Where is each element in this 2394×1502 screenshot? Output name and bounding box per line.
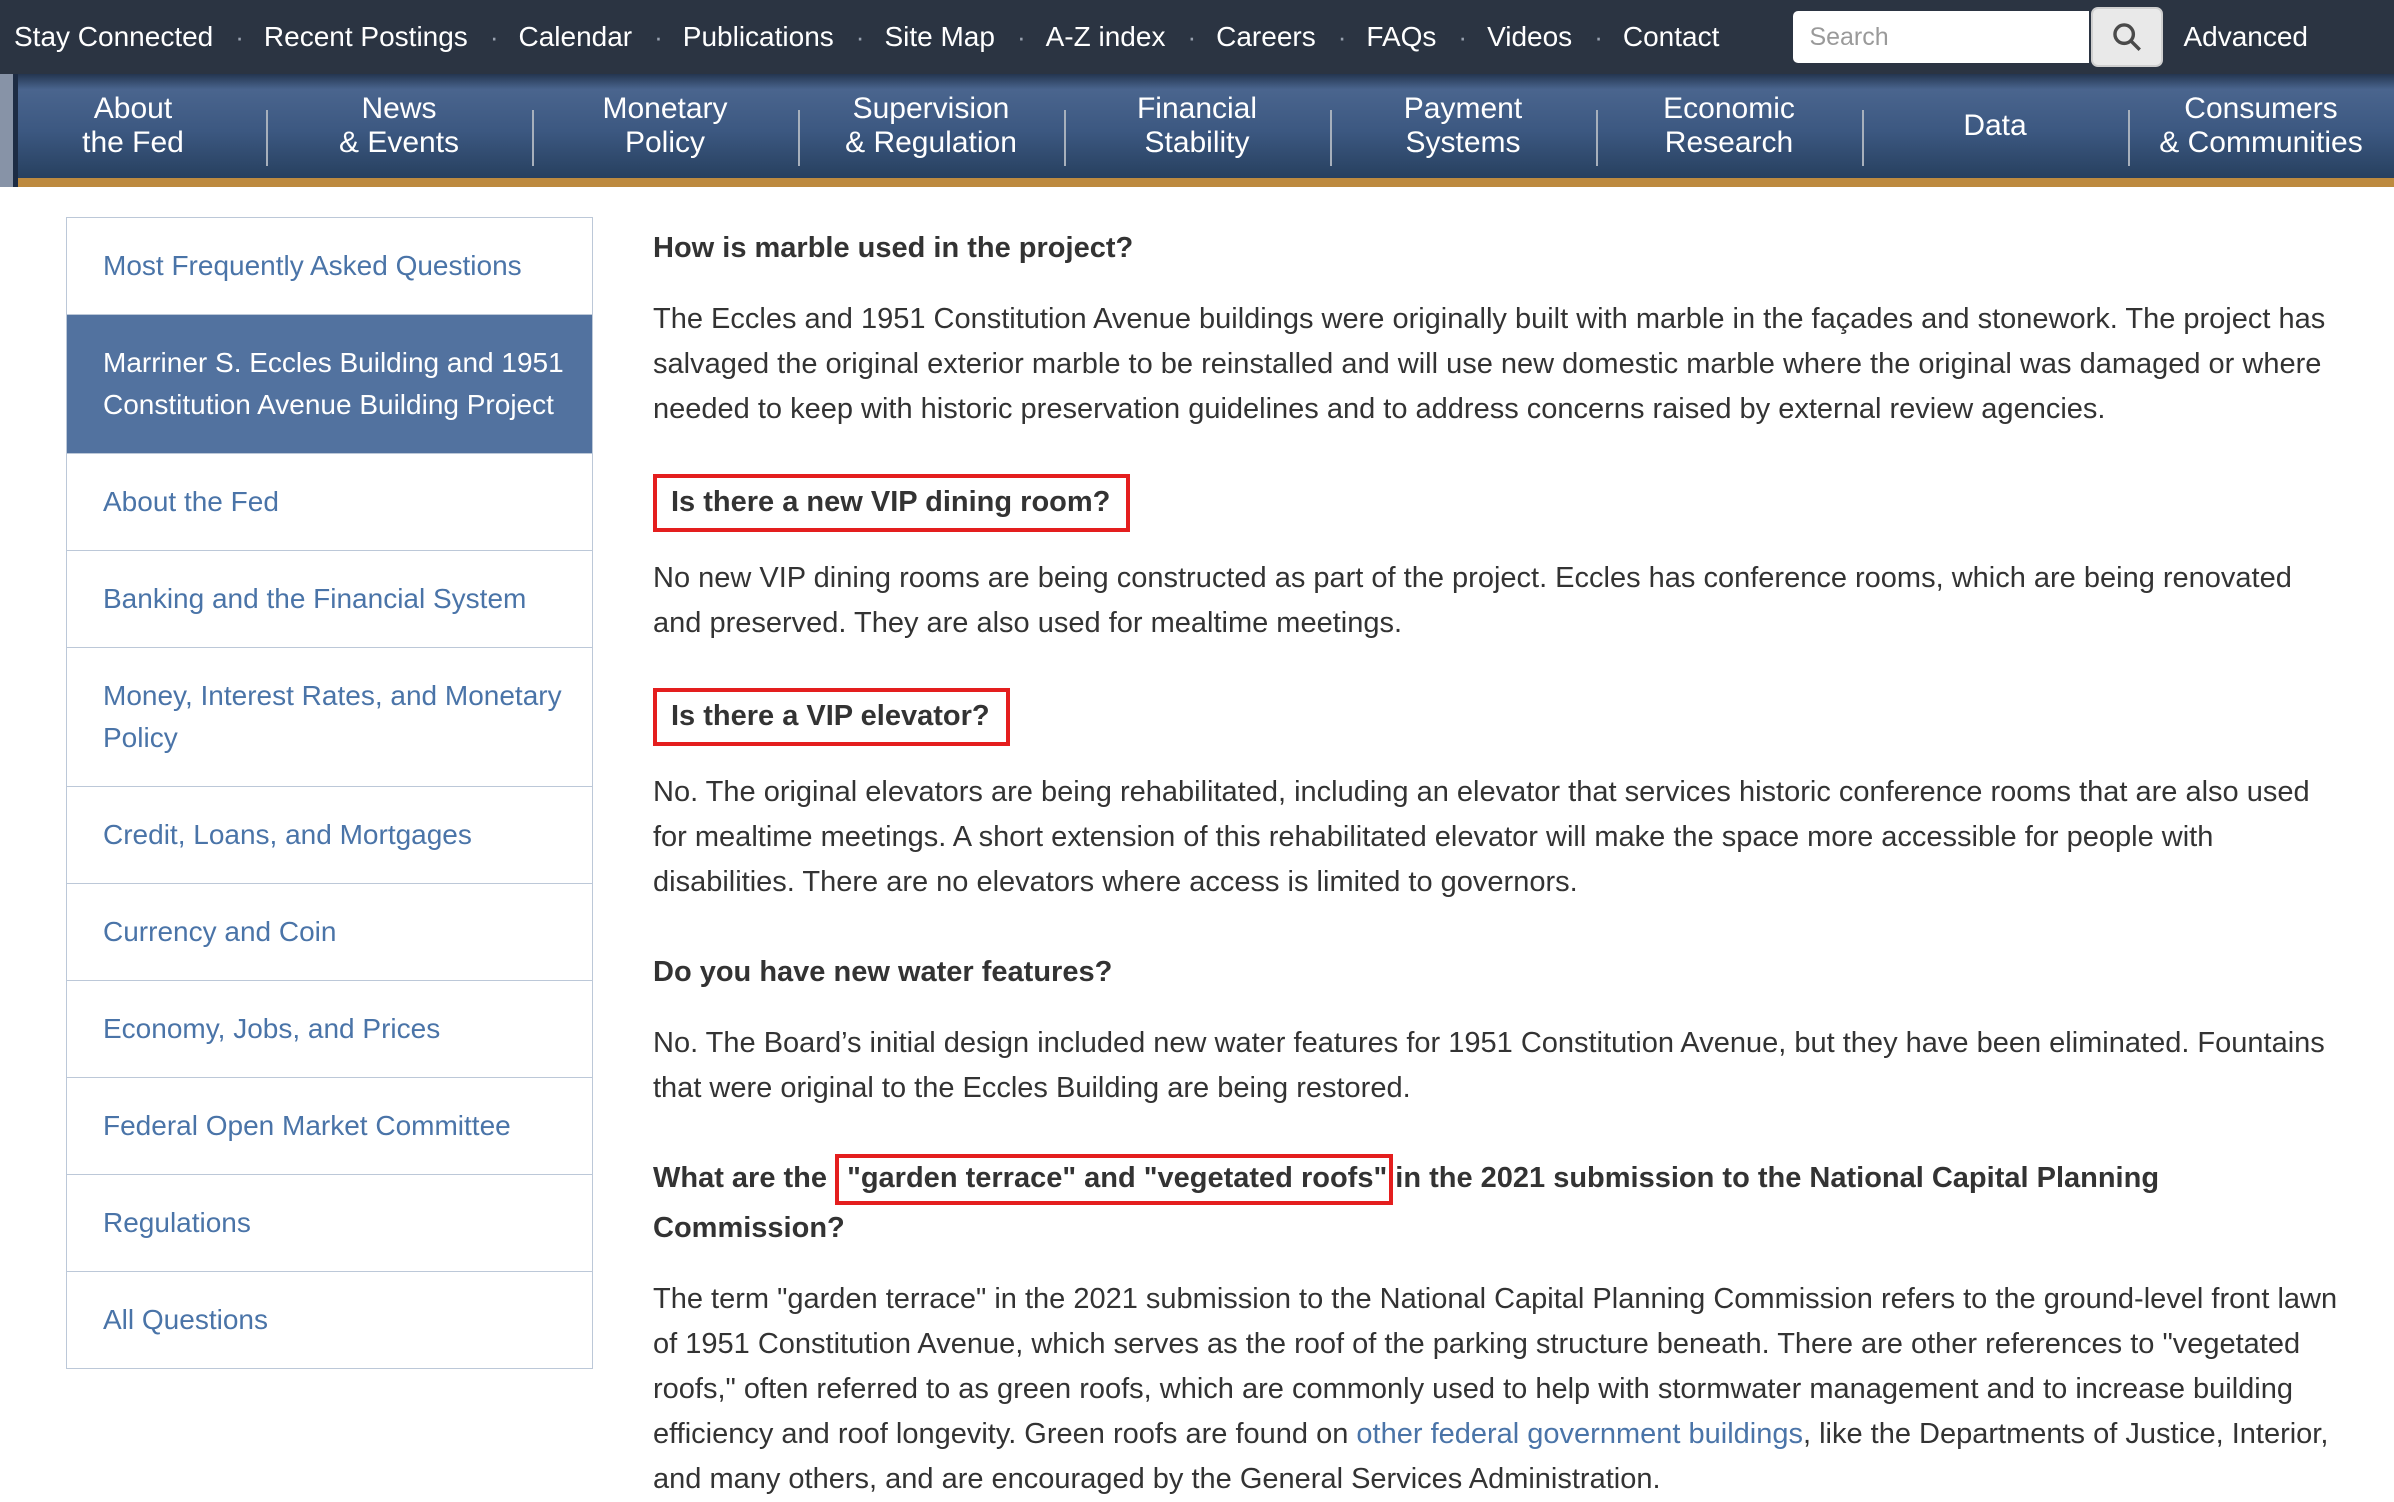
sidebar-item-fomc[interactable]: Federal Open Market Committee (67, 1078, 592, 1175)
faq-question-vip-elevator: Is there a VIP elevator? (653, 688, 2343, 746)
search-area: Advanced (1793, 7, 2308, 67)
faq-question-vip-dining: Is there a new VIP dining room? (653, 474, 2343, 532)
faq-answer-vip-dining: No new VIP dining rooms are being constr… (653, 556, 2343, 646)
utility-link-site-map[interactable]: Site Map (884, 21, 1045, 53)
faq-answer-garden-terrace: The term "garden terrace" in the 2021 su… (653, 1277, 2343, 1502)
search-button[interactable] (2091, 7, 2163, 67)
annotation-red-box-garden-terrace: "garden terrace" and "vegetated roofs" (835, 1154, 1393, 1205)
faq-answer-water-features: No. The Board’s initial design included … (653, 1021, 2343, 1111)
utility-link-videos[interactable]: Videos (1487, 21, 1623, 53)
top-utility-bar: Stay Connected Recent Postings Calendar … (0, 0, 2394, 74)
utility-link-stay-connected[interactable]: Stay Connected (14, 21, 264, 53)
sidebar-item-money-interest-rates[interactable]: Money, Interest Rates, and Monetary Poli… (67, 648, 592, 787)
search-icon (2110, 20, 2144, 54)
nav-item-consumers-communities[interactable]: Consumers& Communities (2128, 74, 2394, 178)
sidebar-item-currency-and-coin[interactable]: Currency and Coin (67, 884, 592, 981)
utility-link-faqs[interactable]: FAQs (1366, 21, 1487, 53)
nav-item-payment-systems[interactable]: PaymentSystems (1330, 74, 1596, 178)
sidebar-item-banking-financial-system[interactable]: Banking and the Financial System (67, 551, 592, 648)
nav-item-supervision-regulation[interactable]: Supervision& Regulation (798, 74, 1064, 178)
nav-item-economic-research[interactable]: EconomicResearch (1596, 74, 1862, 178)
sidebar-item-about-the-fed[interactable]: About the Fed (67, 454, 592, 551)
faq-answer-marble: The Eccles and 1951 Constitution Avenue … (653, 297, 2343, 432)
utility-link-publications[interactable]: Publications (683, 21, 885, 53)
primary-nav: Aboutthe Fed News& Events MonetaryPolicy… (0, 74, 2394, 187)
nav-item-monetary-policy[interactable]: MonetaryPolicy (532, 74, 798, 178)
sidebar-item-credit-loans-mortgages[interactable]: Credit, Loans, and Mortgages (67, 787, 592, 884)
faq-question-marble: How is marble used in the project? (653, 223, 2343, 273)
search-input[interactable] (1793, 11, 2089, 63)
page-body: Most Frequently Asked Questions Marriner… (0, 187, 2394, 1502)
utility-link-calendar[interactable]: Calendar (518, 21, 682, 53)
utility-link-az-index[interactable]: A-Z index (1046, 21, 1217, 53)
federal-buildings-link[interactable]: other federal government buildings (1356, 1418, 1803, 1450)
nav-item-financial-stability[interactable]: FinancialStability (1064, 74, 1330, 178)
faq-answer-vip-elevator: No. The original elevators are being reh… (653, 770, 2343, 905)
sidebar-item-all-questions[interactable]: All Questions (67, 1272, 592, 1368)
nav-item-news-events[interactable]: News& Events (266, 74, 532, 178)
utility-link-contact[interactable]: Contact (1623, 21, 1720, 53)
utility-link-recent-postings[interactable]: Recent Postings (264, 21, 519, 53)
sidebar-item-regulations[interactable]: Regulations (67, 1175, 592, 1272)
annotation-red-box-vip-elevator: Is there a VIP elevator? (653, 688, 1010, 746)
faq-question-garden-terrace: What are the "garden terrace" and "veget… (653, 1153, 2343, 1253)
faq-sidebar: Most Frequently Asked Questions Marriner… (66, 217, 593, 1369)
sidebar-item-most-faq[interactable]: Most Frequently Asked Questions (67, 218, 592, 315)
utility-link-careers[interactable]: Careers (1216, 21, 1366, 53)
sidebar-item-eccles-building-project[interactable]: Marriner S. Eccles Building and 1951 Con… (67, 315, 592, 454)
nav-item-about-the-fed[interactable]: Aboutthe Fed (0, 74, 266, 178)
nav-item-data[interactable]: Data (1862, 74, 2128, 178)
faq-question-water-features: Do you have new water features? (653, 947, 2343, 997)
annotation-red-box-vip-dining: Is there a new VIP dining room? (653, 474, 1130, 532)
advanced-search-link[interactable]: Advanced (2183, 21, 2308, 53)
utility-links: Stay Connected Recent Postings Calendar … (14, 21, 1719, 53)
sidebar-item-economy-jobs-prices[interactable]: Economy, Jobs, and Prices (67, 981, 592, 1078)
screen-edge-artifact (0, 74, 13, 187)
faq-content: How is marble used in the project? The E… (653, 217, 2343, 1502)
